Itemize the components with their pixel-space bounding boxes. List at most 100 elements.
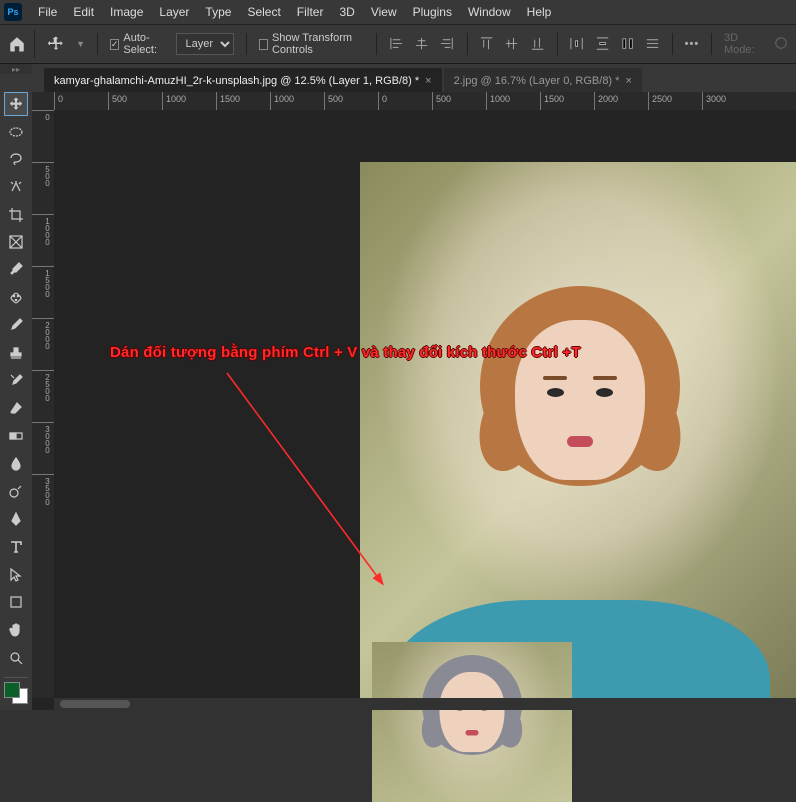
menu-window[interactable]: Window [460,1,519,23]
frame-tool[interactable] [4,230,28,254]
divider [246,33,247,55]
gradient-tool[interactable] [4,424,28,448]
stamp-tool[interactable] [4,341,28,365]
ruler-mark: 1000 [32,214,54,266]
menu-view[interactable]: View [363,1,405,23]
menu-help[interactable]: Help [519,1,560,23]
marquee-tool[interactable] [4,120,28,144]
menu-edit[interactable]: Edit [65,1,102,23]
horizontal-scrollbar[interactable] [54,698,796,710]
align-bottom-icon[interactable] [530,34,545,54]
ruler-mark: 1500 [540,92,594,110]
show-transform-checkbox[interactable]: Show Transform Controls [259,32,364,56]
ruler-mark: 2000 [32,318,54,370]
distribute-h-icon[interactable] [569,34,584,54]
document-canvas[interactable] [360,162,796,702]
pen-tool[interactable] [4,507,28,531]
healing-tool[interactable] [4,286,28,310]
path-select-tool[interactable] [4,563,28,587]
app-logo: Ps [4,3,22,21]
3d-mode-icon[interactable] [774,36,788,53]
ruler-mark: 500 [32,162,54,214]
distribute-v-icon[interactable] [595,34,610,54]
brush-tool[interactable] [4,314,28,338]
blur-tool[interactable] [4,452,28,476]
hand-tool[interactable] [4,618,28,642]
tab-document-2[interactable]: 2.jpg @ 16.7% (Layer 0, RGB/8) * × [444,68,642,92]
ruler-mark: 1500 [216,92,270,110]
chevron-down-icon[interactable]: ▼ [76,39,85,49]
divider [672,33,673,55]
eraser-tool[interactable] [4,397,28,421]
divider [557,33,558,55]
layer-dropdown[interactable]: Layer [176,33,234,55]
home-button[interactable] [8,30,35,58]
auto-select-checkbox[interactable]: Auto-Select: [110,32,167,56]
close-icon[interactable]: × [625,75,631,87]
crop-tool[interactable] [4,203,28,227]
auto-select-label: Auto-Select: [123,32,166,56]
distribute-spacing-icon[interactable] [620,34,635,54]
checkbox-icon [259,39,268,50]
ruler-mark: 0 [32,110,54,162]
scrollbar-thumb[interactable] [60,700,130,708]
ruler-mark: 3000 [702,92,756,110]
3d-mode-label: 3D Mode: [724,32,760,56]
document-tabs: kamyar-ghalamchi-AmuzHI_2r-k-unsplash.jp… [32,64,796,92]
ruler-mark: 1000 [270,92,324,110]
ruler-mark: 500 [324,92,378,110]
move-tool[interactable] [4,92,28,116]
menu-3d[interactable]: 3D [331,1,362,23]
close-icon[interactable]: × [425,75,431,87]
ruler-mark: 500 [108,92,162,110]
ruler-horizontal[interactable]: 0 500 1000 1500 1000 500 0 500 1000 1500… [54,92,796,110]
dodge-tool[interactable] [4,480,28,504]
menu-filter[interactable]: Filter [289,1,332,23]
align-left-icon[interactable] [389,34,404,54]
eyedropper-tool[interactable] [4,258,28,282]
align-top-icon[interactable] [479,34,494,54]
divider [376,33,377,55]
tab-label: 2.jpg @ 16.7% (Layer 0, RGB/8) * [454,75,620,87]
ruler-mark: 0 [378,92,432,110]
align-right-icon[interactable] [439,34,454,54]
ruler-mark: 2500 [32,370,54,422]
ruler-vertical[interactable]: 0 500 1000 1500 2000 2500 3000 3500 [32,110,54,698]
tab-label: kamyar-ghalamchi-AmuzHI_2r-k-unsplash.jp… [54,75,419,87]
align-center-v-icon[interactable] [504,34,519,54]
ruler-mark: 1000 [486,92,540,110]
pasted-layer[interactable] [372,642,572,802]
canvas-area: 0 500 1000 1500 1000 500 0 500 1000 1500… [32,92,796,710]
checkbox-icon [110,39,120,50]
lasso-tool[interactable] [4,147,28,171]
zoom-tool[interactable] [4,646,28,670]
align-more-icon[interactable] [645,34,660,54]
menu-select[interactable]: Select [239,1,288,23]
ruler-mark: 0 [54,92,108,110]
annotation-text: Dán đối tượng bằng phím Ctrl + V và thay… [110,344,581,361]
menu-plugins[interactable]: Plugins [405,1,460,23]
move-tool-icon [45,30,66,58]
ruler-mark: 2500 [648,92,702,110]
more-options-icon[interactable]: ••• [685,38,700,50]
tab-document-1[interactable]: kamyar-ghalamchi-AmuzHI_2r-k-unsplash.jp… [44,68,442,92]
ruler-corner [32,92,54,110]
toolbar-collapse-icon[interactable]: ▸▸ [0,64,32,74]
menu-type[interactable]: Type [197,1,239,23]
menu-layer[interactable]: Layer [151,1,197,23]
menu-image[interactable]: Image [102,1,151,23]
ruler-mark: 500 [432,92,486,110]
menu-file[interactable]: File [30,1,65,23]
align-center-h-icon[interactable] [414,34,429,54]
shape-tool[interactable] [4,590,28,614]
ruler-mark: 3500 [32,474,54,526]
color-swatches[interactable] [4,682,28,702]
history-brush-tool[interactable] [4,369,28,393]
foreground-color[interactable] [4,682,20,698]
divider [4,677,28,678]
divider [97,33,98,55]
pasted-image [440,672,505,752]
type-tool[interactable] [4,535,28,559]
quick-select-tool[interactable] [4,175,28,199]
options-bar: ▼ Auto-Select: Layer Show Transform Cont… [0,24,796,64]
